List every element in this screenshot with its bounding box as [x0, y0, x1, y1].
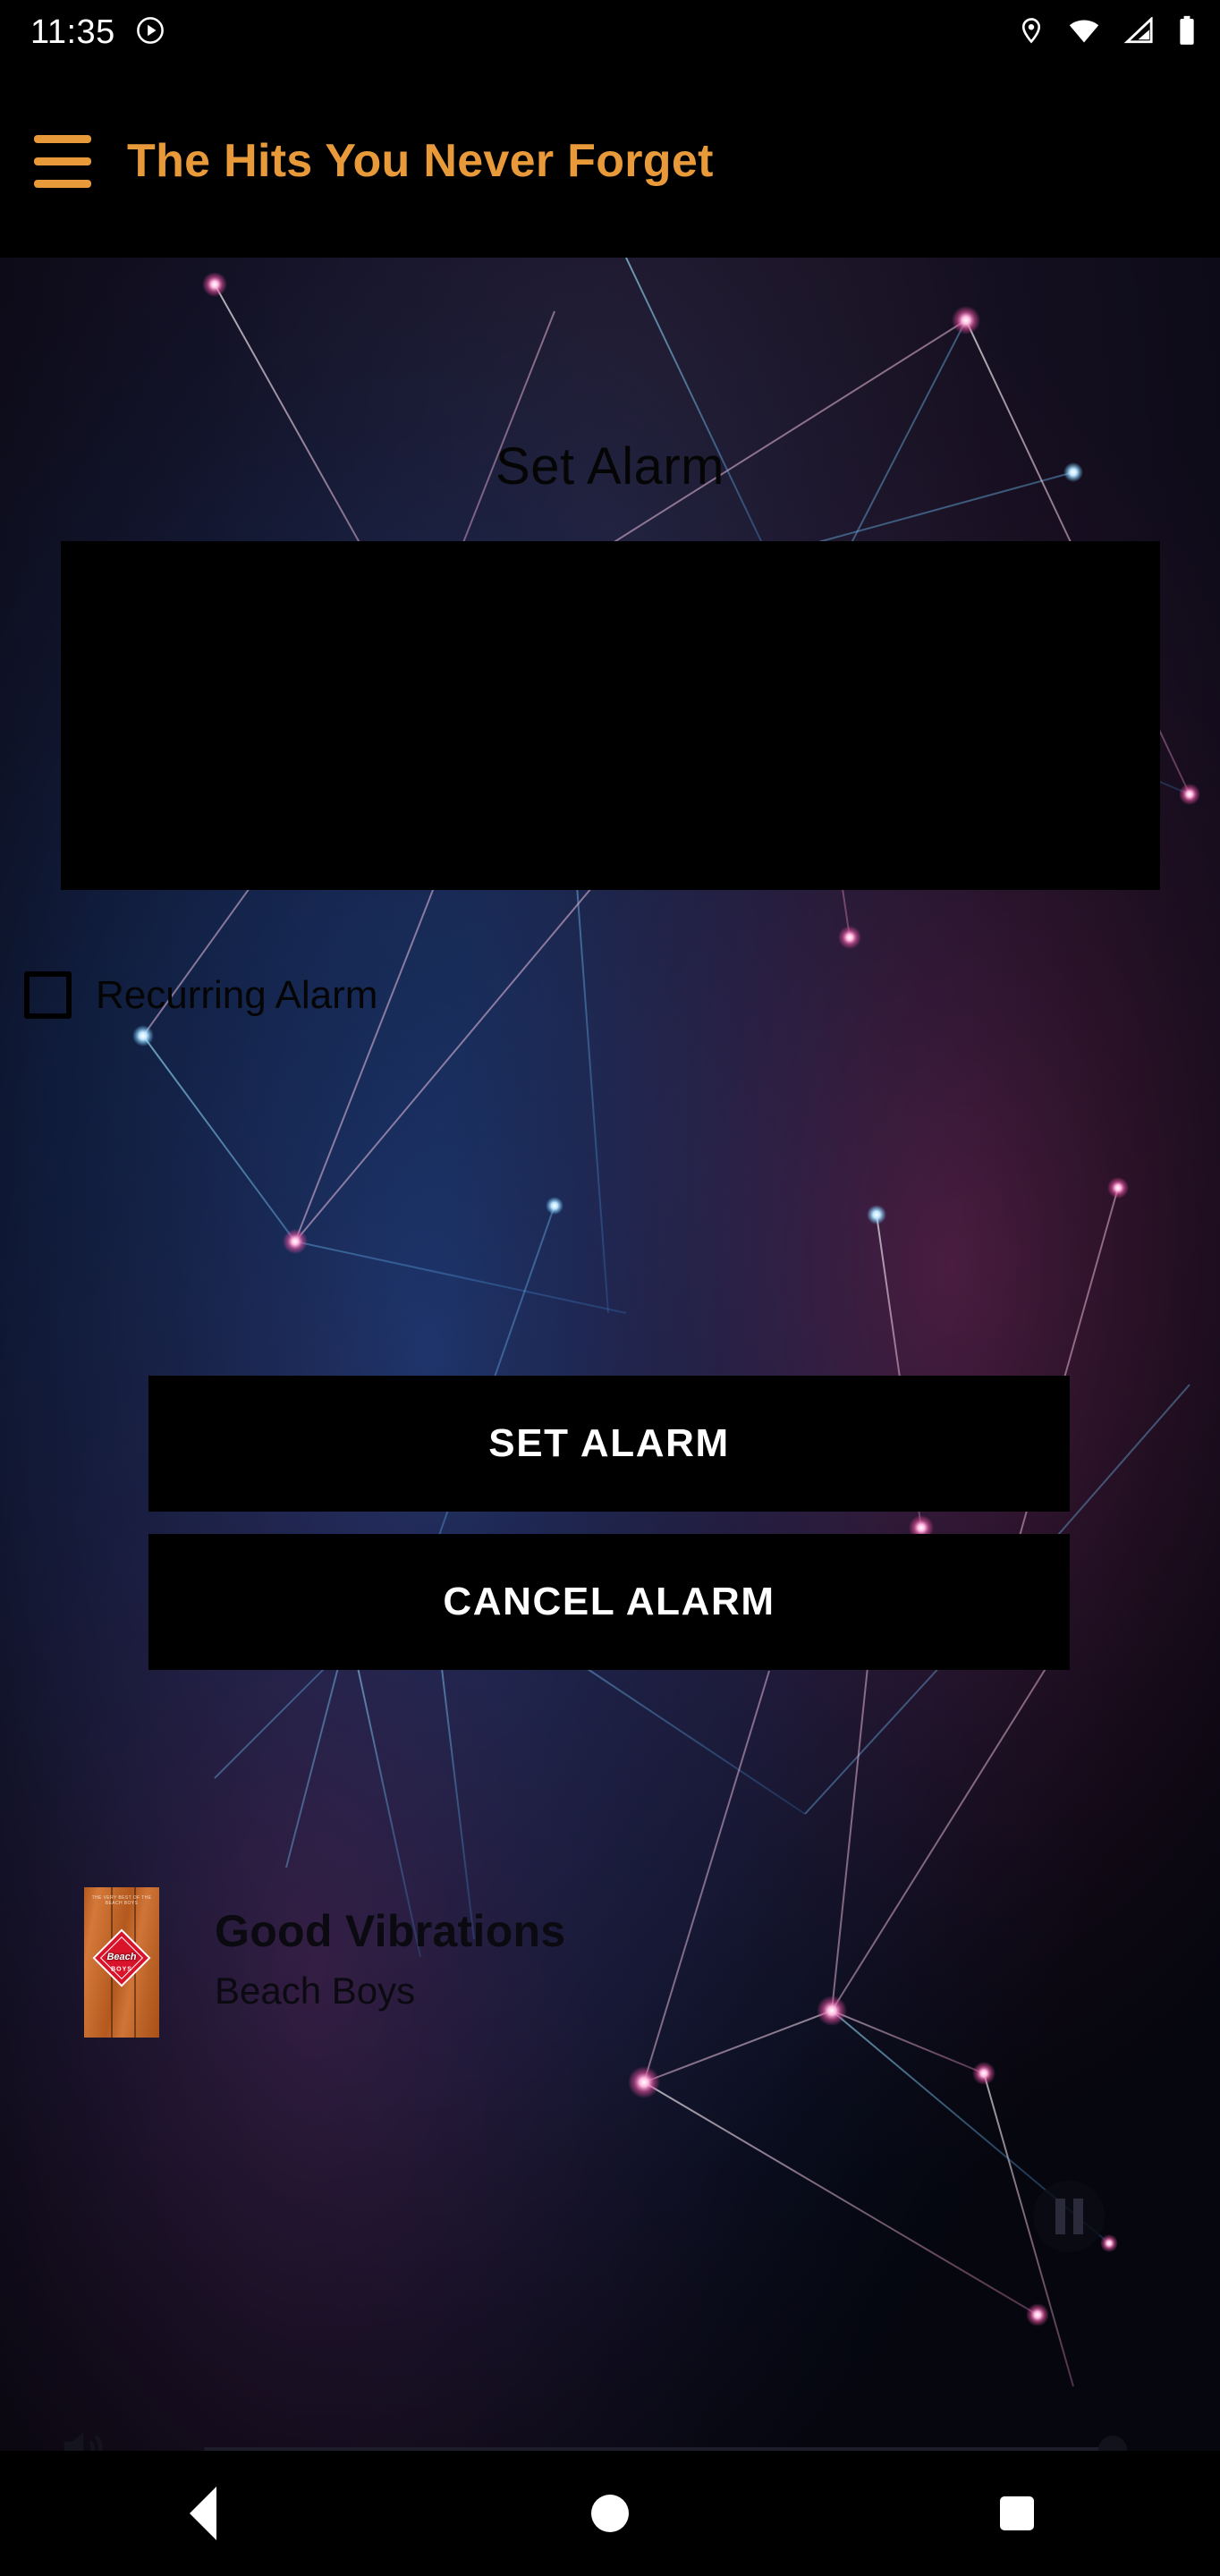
- back-triangle-icon: [190, 2487, 217, 2540]
- recurring-alarm-label: Recurring Alarm: [96, 972, 378, 1017]
- nav-back-button[interactable]: [123, 2469, 284, 2558]
- now-playing-bar: THE VERY BEST OF THE BEACH BOYS Beach BO…: [0, 1878, 1220, 2045]
- pause-bar: [1055, 2199, 1065, 2234]
- recents-square-icon: [999, 2496, 1034, 2530]
- location-pin-icon: [1018, 15, 1045, 50]
- nav-home-button[interactable]: [530, 2469, 690, 2558]
- track-artist: Beach Boys: [215, 1970, 416, 2012]
- page-title: Set Alarm: [496, 437, 724, 496]
- main-content: Set Alarm Recurring Alarm SET ALARM CANC…: [0, 258, 1220, 2465]
- track-title: Good Vibrations: [215, 1906, 566, 1956]
- android-navigation-bar: [0, 2451, 1220, 2576]
- album-art[interactable]: THE VERY BEST OF THE BEACH BOYS Beach BO…: [84, 1887, 159, 2038]
- app-title: The Hits You Never Forget: [127, 135, 714, 187]
- time-picker-panel[interactable]: [61, 541, 1160, 890]
- home-circle-icon: [590, 2495, 629, 2532]
- menu-line: [34, 179, 91, 188]
- pause-bar: [1072, 2199, 1083, 2234]
- nav-recents-button[interactable]: [936, 2469, 1097, 2558]
- battery-icon: [1177, 15, 1197, 50]
- recurring-alarm-checkbox[interactable]: [24, 971, 72, 1019]
- set-alarm-button[interactable]: SET ALARM: [148, 1376, 1070, 1512]
- recurring-alarm-row[interactable]: Recurring Alarm: [24, 971, 377, 1019]
- album-logo-text: Beach: [106, 1952, 137, 1962]
- status-bar-left: 11:35: [30, 13, 165, 52]
- cellular-signal-icon: [1123, 15, 1154, 48]
- album-art-top-text: THE VERY BEST OF THE BEACH BOYS: [91, 1895, 152, 1906]
- wifi-icon: [1068, 17, 1100, 48]
- hamburger-menu-icon[interactable]: [21, 134, 116, 188]
- cancel-alarm-button[interactable]: CANCEL ALARM: [148, 1534, 1070, 1670]
- menu-line: [34, 134, 91, 143]
- status-bar-right: [1018, 15, 1197, 50]
- album-logo-subtext: BOYS: [111, 1966, 132, 1973]
- app-bar: The Hits You Never Forget: [0, 64, 1220, 258]
- app-screen: 11:35 The Hits You Never Forget Set Alar…: [0, 0, 1220, 2576]
- play-circle-icon: [135, 15, 165, 50]
- status-bar: 11:35: [0, 0, 1220, 64]
- menu-line: [34, 157, 91, 165]
- pause-icon[interactable]: [1033, 2181, 1105, 2252]
- status-clock: 11:35: [30, 13, 115, 51]
